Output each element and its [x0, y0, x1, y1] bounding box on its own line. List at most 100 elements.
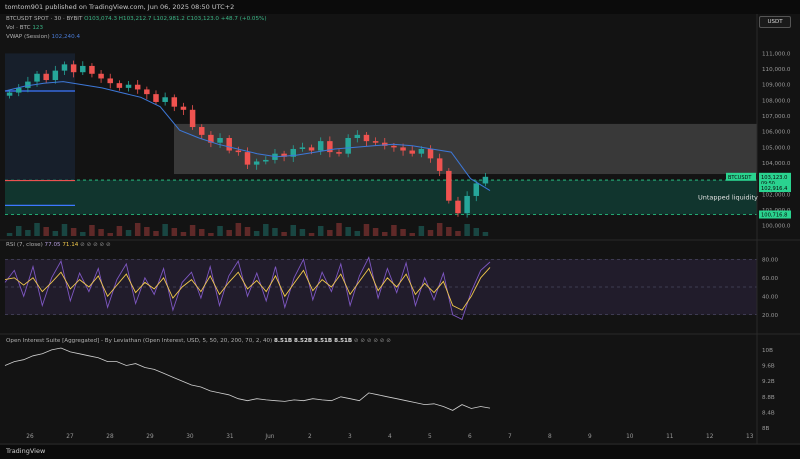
- oi-layer: [4, 347, 491, 411]
- x-tick-label: 3: [348, 434, 352, 440]
- volume-bar: [372, 228, 379, 236]
- x-tick-label: 30: [186, 434, 194, 440]
- rsi-value-2: 71.14: [62, 242, 79, 248]
- vwap-value: 102,240.4: [51, 34, 80, 40]
- candle-body: [116, 83, 123, 88]
- x-tick-label: 12: [706, 434, 714, 440]
- volume-bar: [171, 228, 178, 236]
- candle-body: [336, 152, 342, 154]
- volume-bar: [15, 226, 22, 236]
- x-tick-label: Jun: [264, 434, 274, 440]
- volume-bar: [34, 223, 40, 236]
- volume-bar: [317, 226, 324, 236]
- tradingview-logo[interactable]: TradingView: [6, 447, 45, 455]
- chart-canvas[interactable]: 111,000.0 110,000.0 109,000.0 108,000.0 107,…: [0, 0, 800, 459]
- x-tick-label: 6: [468, 434, 472, 440]
- x-tick-label: 28: [106, 434, 114, 440]
- volume-bar: [327, 230, 333, 236]
- candle-body: [446, 170, 452, 201]
- price-tick-label: 109,000.0: [762, 83, 791, 89]
- liquidity-zone: [5, 180, 757, 215]
- volume-bar: [382, 232, 388, 236]
- rsi-label: RSI (7, close): [6, 242, 43, 248]
- current-price-label: 103,123.0: [761, 175, 787, 181]
- price-tick-label: 105,000.0: [762, 145, 791, 151]
- price-tick-label: 104,000.0: [762, 161, 791, 167]
- volume-bar: [6, 233, 13, 236]
- candle-body: [98, 73, 104, 79]
- rsi-layer: [4, 256, 757, 321]
- oi-tick-label: 8B: [762, 426, 770, 432]
- volume-bar: [189, 225, 196, 236]
- volume-bar: [89, 225, 95, 236]
- volume-bar: [354, 231, 361, 236]
- candle-body: [482, 176, 489, 184]
- volume-bar: [153, 231, 159, 236]
- candle-body: [299, 147, 306, 149]
- oi-tick-label: 10B: [762, 348, 773, 354]
- candle-body: [52, 70, 59, 81]
- candle-body: [464, 195, 470, 214]
- volume-bar: [125, 230, 132, 236]
- candle-body: [235, 150, 242, 153]
- candle-body: [263, 159, 269, 162]
- price-tick-label: 110,000.0: [762, 67, 791, 73]
- candle-body: [34, 73, 40, 82]
- x-tick-label: 13: [746, 434, 754, 440]
- volume-bar: [98, 229, 104, 236]
- candle-body: [226, 138, 232, 151]
- candle-body: [436, 158, 443, 171]
- symbol-tag-label: BTCUSDT: [728, 175, 752, 181]
- symbol-label: BTCUSDT SPOT · 30 · BYBIT: [6, 16, 83, 22]
- candle-body: [89, 65, 95, 74]
- volume-bar: [427, 230, 434, 236]
- rsi-hidden-icons[interactable]: ⊘ ⊘ ⊘ ⊘ ⊘: [80, 242, 111, 248]
- x-tick-label: 4: [388, 434, 392, 440]
- volume-bar: [162, 224, 168, 236]
- volume-bar: [134, 223, 141, 236]
- candle-body: [25, 81, 31, 88]
- legend-oi: Open Interest Suite [Aggregated] - By Le…: [6, 338, 391, 344]
- candle-body: [391, 145, 397, 148]
- rsi-tick-label: 20.00: [762, 313, 778, 319]
- oi-hidden-icons[interactable]: ⊘ ⊘ ⊘ ⊘ ⊘ ⊘: [354, 338, 391, 344]
- x-tick-label: 2: [308, 434, 312, 440]
- zone-layer: [5, 53, 757, 215]
- volume-value: 123: [32, 25, 44, 31]
- candle-body: [427, 148, 434, 159]
- candle-body: [317, 141, 324, 151]
- volume-bar: [281, 232, 287, 236]
- volume-bar: [226, 230, 232, 236]
- price-tick-label: 106,000.0: [762, 130, 791, 136]
- currency-button[interactable]: USDT: [759, 16, 791, 28]
- volume-bar: [464, 224, 470, 236]
- oi-series-line: [4, 347, 491, 411]
- volume-bar: [363, 224, 370, 236]
- candle-body: [134, 84, 141, 90]
- oi-values: 8.51B 8.52B 8.51B 8.51B: [274, 338, 353, 344]
- upper-level-label: 102,916.4: [761, 186, 788, 192]
- candle-body: [354, 134, 361, 138]
- candle-body: [144, 89, 150, 95]
- legend-main: BTCUSDT SPOT · 30 · BYBIT O103,074.3 H10…: [6, 16, 267, 22]
- resistance-zone: [174, 123, 757, 175]
- volume-bar: [263, 224, 269, 236]
- volume-bar: [235, 223, 242, 236]
- volume-bar: [217, 226, 223, 236]
- vwap-label: VWAP (Session): [6, 34, 50, 40]
- legend-volume: Vol · BTC 123: [6, 25, 43, 31]
- candle-body: [162, 97, 168, 102]
- volume-bar: [290, 225, 296, 236]
- ohlc-values: O103,074.3 H103,212.7 L102,981.2 C103,12…: [84, 16, 267, 22]
- price-tick-label: 111,000.0: [762, 51, 791, 57]
- volume-bar: [455, 231, 461, 236]
- candle-body: [199, 127, 205, 135]
- candle-body: [217, 138, 223, 143]
- volume-bar: [199, 229, 205, 236]
- candle-body: [418, 148, 425, 154]
- volume-bar: [43, 227, 49, 236]
- volume-bar: [25, 230, 31, 236]
- candle-body: [61, 64, 68, 71]
- volume-bar: [436, 223, 443, 236]
- volume-bar: [52, 231, 59, 236]
